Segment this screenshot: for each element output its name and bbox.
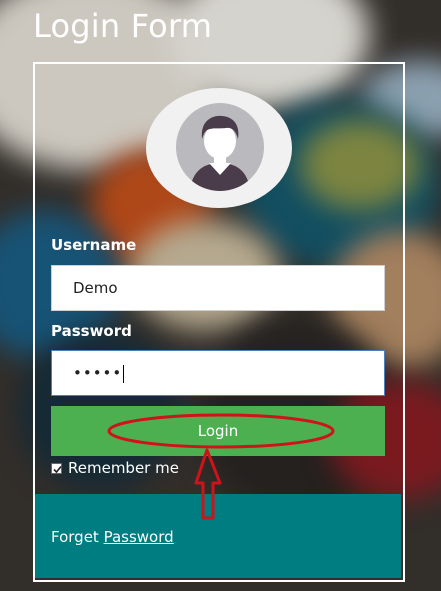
password-input[interactable]: ••••• <box>51 350 385 396</box>
username-label: Username <box>51 236 137 254</box>
password-label: Password <box>51 322 132 340</box>
remember-me-row[interactable]: Remember me <box>51 458 179 478</box>
password-value: ••••• <box>73 364 123 382</box>
avatar <box>146 88 292 208</box>
username-value: Demo <box>73 279 118 297</box>
forget-password-text: Forget Password <box>51 528 174 546</box>
checkbox-checked-icon[interactable] <box>51 462 62 474</box>
forget-password-link[interactable]: Password <box>104 528 174 546</box>
remember-me-label: Remember me <box>68 459 179 477</box>
login-button[interactable]: Login <box>51 406 385 456</box>
user-avatar-icon <box>176 103 264 191</box>
forget-prefix: Forget <box>51 528 99 546</box>
text-caret <box>123 364 125 383</box>
username-input[interactable]: Demo <box>51 265 385 311</box>
page-title: Login Form <box>33 7 213 45</box>
